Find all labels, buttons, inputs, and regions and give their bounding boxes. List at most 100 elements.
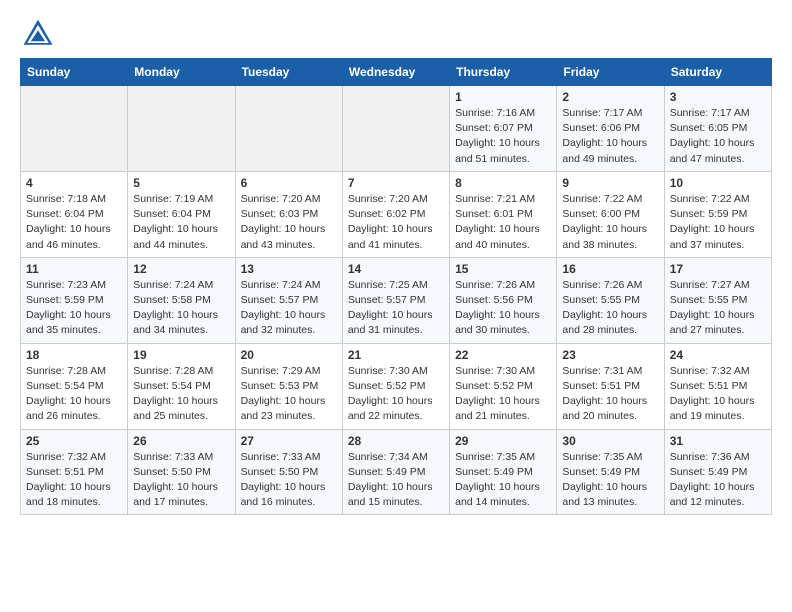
day-cell: 11 Sunrise: 7:23 AMSunset: 5:59 PMDayligh…	[21, 257, 128, 343]
day-info: Sunrise: 7:24 AMSunset: 5:57 PMDaylight:…	[241, 278, 337, 339]
day-number: 21	[348, 348, 444, 362]
header-cell-monday: Monday	[128, 59, 235, 86]
day-number: 24	[670, 348, 766, 362]
week-row-1: 1 Sunrise: 7:16 AMSunset: 6:07 PMDaylight…	[21, 86, 772, 172]
day-number: 15	[455, 262, 551, 276]
day-cell	[128, 86, 235, 172]
header-cell-saturday: Saturday	[664, 59, 771, 86]
day-info: Sunrise: 7:27 AMSunset: 5:55 PMDaylight:…	[670, 278, 766, 339]
week-row-2: 4 Sunrise: 7:18 AMSunset: 6:04 PMDaylight…	[21, 171, 772, 257]
day-info: Sunrise: 7:31 AMSunset: 5:51 PMDaylight:…	[562, 364, 658, 425]
day-info: Sunrise: 7:33 AMSunset: 5:50 PMDaylight:…	[133, 450, 229, 511]
day-cell: 5Sunrise: 7:19 AMSunset: 6:04 PMDaylight…	[128, 171, 235, 257]
day-number: 4	[26, 176, 122, 190]
day-number: 19	[133, 348, 229, 362]
day-cell: 30 Sunrise: 7:35 AMSunset: 5:49 PMDayligh…	[557, 429, 664, 515]
day-number: 29	[455, 434, 551, 448]
day-info: Sunrise: 7:33 AMSunset: 5:50 PMDaylight:…	[241, 450, 337, 511]
calendar-table: SundayMondayTuesdayWednesdayThursdayFrid…	[20, 58, 772, 515]
page: SundayMondayTuesdayWednesdayThursdayFrid…	[0, 0, 792, 531]
header-cell-tuesday: Tuesday	[235, 59, 342, 86]
day-info: Sunrise: 7:17 AMSunset: 6:05 PMDaylight:…	[670, 106, 766, 167]
week-row-5: 25Sunrise: 7:32 AMSunset: 5:51 PMDayligh…	[21, 429, 772, 515]
day-cell: 24 Sunrise: 7:32 AMSunset: 5:51 PMDayligh…	[664, 343, 771, 429]
week-row-3: 11 Sunrise: 7:23 AMSunset: 5:59 PMDayligh…	[21, 257, 772, 343]
day-cell: 28 Sunrise: 7:34 AMSunset: 5:49 PMDayligh…	[342, 429, 449, 515]
day-info: Sunrise: 7:23 AMSunset: 5:59 PMDaylight:…	[26, 278, 122, 339]
day-info: Sunrise: 7:30 AMSunset: 5:52 PMDaylight:…	[455, 364, 551, 425]
day-number: 7	[348, 176, 444, 190]
day-number: 28	[348, 434, 444, 448]
day-cell: 31Sunrise: 7:36 AMSunset: 5:49 PMDayligh…	[664, 429, 771, 515]
day-info: Sunrise: 7:18 AMSunset: 6:04 PMDaylight:…	[26, 192, 122, 253]
day-number: 18	[26, 348, 122, 362]
day-cell: 25Sunrise: 7:32 AMSunset: 5:51 PMDayligh…	[21, 429, 128, 515]
day-cell: 23 Sunrise: 7:31 AMSunset: 5:51 PMDayligh…	[557, 343, 664, 429]
day-number: 2	[562, 90, 658, 104]
calendar-body: 1 Sunrise: 7:16 AMSunset: 6:07 PMDaylight…	[21, 86, 772, 515]
day-cell: 22 Sunrise: 7:30 AMSunset: 5:52 PMDayligh…	[450, 343, 557, 429]
day-info: Sunrise: 7:17 AMSunset: 6:06 PMDaylight:…	[562, 106, 658, 167]
day-cell: 18Sunrise: 7:28 AMSunset: 5:54 PMDayligh…	[21, 343, 128, 429]
logo	[20, 16, 60, 52]
day-info: Sunrise: 7:22 AMSunset: 5:59 PMDaylight:…	[670, 192, 766, 253]
day-cell: 19 Sunrise: 7:28 AMSunset: 5:54 PMDayligh…	[128, 343, 235, 429]
day-info: Sunrise: 7:25 AMSunset: 5:57 PMDaylight:…	[348, 278, 444, 339]
day-cell: 7 Sunrise: 7:20 AMSunset: 6:02 PMDaylight…	[342, 171, 449, 257]
day-cell: 3 Sunrise: 7:17 AMSunset: 6:05 PMDaylight…	[664, 86, 771, 172]
day-cell: 1 Sunrise: 7:16 AMSunset: 6:07 PMDaylight…	[450, 86, 557, 172]
day-cell: 2 Sunrise: 7:17 AMSunset: 6:06 PMDaylight…	[557, 86, 664, 172]
day-info: Sunrise: 7:20 AMSunset: 6:02 PMDaylight:…	[348, 192, 444, 253]
day-info: Sunrise: 7:32 AMSunset: 5:51 PMDaylight:…	[670, 364, 766, 425]
day-cell: 9Sunrise: 7:22 AMSunset: 6:00 PMDaylight…	[557, 171, 664, 257]
day-cell: 8 Sunrise: 7:21 AMSunset: 6:01 PMDaylight…	[450, 171, 557, 257]
header-cell-friday: Friday	[557, 59, 664, 86]
day-number: 25	[26, 434, 122, 448]
day-info: Sunrise: 7:24 AMSunset: 5:58 PMDaylight:…	[133, 278, 229, 339]
day-cell: 21 Sunrise: 7:30 AMSunset: 5:52 PMDayligh…	[342, 343, 449, 429]
day-info: Sunrise: 7:16 AMSunset: 6:07 PMDaylight:…	[455, 106, 551, 167]
header	[20, 16, 772, 52]
day-cell: 16Sunrise: 7:26 AMSunset: 5:55 PMDayligh…	[557, 257, 664, 343]
day-info: Sunrise: 7:29 AMSunset: 5:53 PMDaylight:…	[241, 364, 337, 425]
week-row-4: 18 Sunrise: 7:28 AMSunset: 5:54 PMDayligh…	[21, 343, 772, 429]
day-info: Sunrise: 7:22 AMSunset: 6:00 PMDaylight:…	[562, 192, 658, 253]
day-number: 31	[670, 434, 766, 448]
day-number: 26	[133, 434, 229, 448]
day-number: 1	[455, 90, 551, 104]
day-info: Sunrise: 7:34 AMSunset: 5:49 PMDaylight:…	[348, 450, 444, 511]
day-number: 22	[455, 348, 551, 362]
day-number: 3	[670, 90, 766, 104]
day-number: 8	[455, 176, 551, 190]
day-cell	[21, 86, 128, 172]
day-info: Sunrise: 7:26 AMSunset: 5:55 PMDaylight:…	[562, 278, 658, 339]
day-info: Sunrise: 7:21 AMSunset: 6:01 PMDaylight:…	[455, 192, 551, 253]
day-info: Sunrise: 7:35 AMSunset: 5:49 PMDaylight:…	[562, 450, 658, 511]
calendar-header: SundayMondayTuesdayWednesdayThursdayFrid…	[21, 59, 772, 86]
header-cell-thursday: Thursday	[450, 59, 557, 86]
day-cell: 4 Sunrise: 7:18 AMSunset: 6:04 PMDaylight…	[21, 171, 128, 257]
day-number: 17	[670, 262, 766, 276]
day-cell: 26 Sunrise: 7:33 AMSunset: 5:50 PMDayligh…	[128, 429, 235, 515]
day-cell: 13Sunrise: 7:24 AMSunset: 5:57 PMDayligh…	[235, 257, 342, 343]
day-number: 23	[562, 348, 658, 362]
day-cell: 17 Sunrise: 7:27 AMSunset: 5:55 PMDayligh…	[664, 257, 771, 343]
day-cell: 10Sunrise: 7:22 AMSunset: 5:59 PMDayligh…	[664, 171, 771, 257]
day-number: 30	[562, 434, 658, 448]
day-cell	[342, 86, 449, 172]
day-number: 27	[241, 434, 337, 448]
day-info: Sunrise: 7:19 AMSunset: 6:04 PMDaylight:…	[133, 192, 229, 253]
day-number: 14	[348, 262, 444, 276]
day-cell	[235, 86, 342, 172]
header-row: SundayMondayTuesdayWednesdayThursdayFrid…	[21, 59, 772, 86]
day-cell: 6Sunrise: 7:20 AMSunset: 6:03 PMDaylight…	[235, 171, 342, 257]
logo-icon	[20, 16, 56, 52]
day-cell: 15 Sunrise: 7:26 AMSunset: 5:56 PMDayligh…	[450, 257, 557, 343]
day-info: Sunrise: 7:28 AMSunset: 5:54 PMDaylight:…	[133, 364, 229, 425]
day-number: 20	[241, 348, 337, 362]
day-number: 11	[26, 262, 122, 276]
day-info: Sunrise: 7:30 AMSunset: 5:52 PMDaylight:…	[348, 364, 444, 425]
day-cell: 29Sunrise: 7:35 AMSunset: 5:49 PMDayligh…	[450, 429, 557, 515]
day-info: Sunrise: 7:26 AMSunset: 5:56 PMDaylight:…	[455, 278, 551, 339]
day-cell: 12Sunrise: 7:24 AMSunset: 5:58 PMDayligh…	[128, 257, 235, 343]
